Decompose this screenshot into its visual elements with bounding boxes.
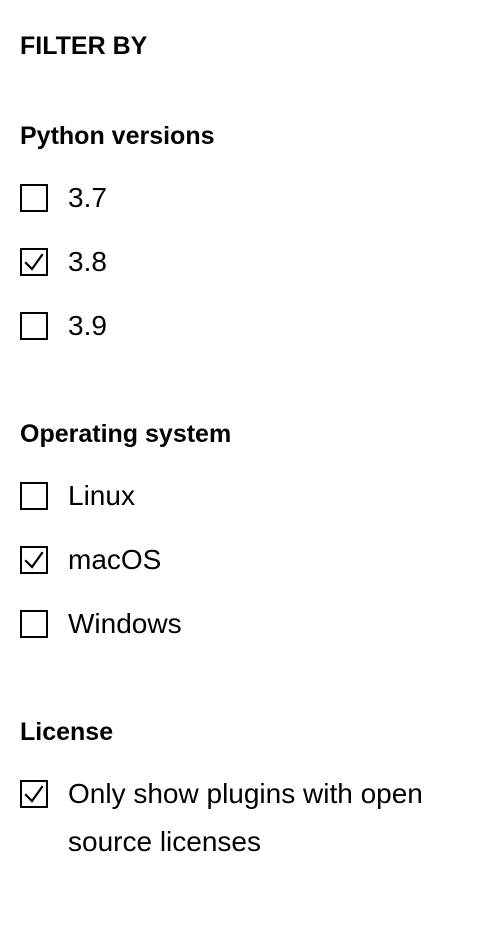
checkbox-label: 3.8 [68,246,107,277]
checkbox-option-windows[interactable]: Windows [20,604,182,648]
checkbox-option-macos[interactable]: macOS [20,540,161,584]
checkbox-label: Windows [68,608,182,639]
checkbox[interactable] [20,248,48,276]
checkbox-label: 3.9 [68,310,107,341]
checkbox-option-python-3-7[interactable]: 3.7 [20,178,107,222]
checkbox-label: 3.7 [68,182,107,213]
checkbox[interactable] [20,184,48,212]
checkbox-option-open-source-licenses[interactable]: Only show plugins with open source licen… [20,774,468,866]
checkbox[interactable] [20,610,48,638]
checkbox[interactable] [20,312,48,340]
checkbox-option-linux[interactable]: Linux [20,476,135,520]
checkbox[interactable] [20,546,48,574]
checkmark-icon [24,785,44,803]
checkmark-icon [24,551,44,569]
checkmark-icon [24,253,44,271]
section-title-python-versions: Python versions [20,122,215,150]
checkbox-option-python-3-8[interactable]: 3.8 [20,242,107,286]
checkbox-label: macOS [68,544,162,575]
checkbox-label: Linux [68,480,135,511]
section-title-license: License [20,718,114,746]
checkbox[interactable] [20,482,48,510]
section-title-operating-system: Operating system [20,420,232,448]
filter-title: FILTER BY [20,32,148,60]
filter-panel: FILTER BY Python versions 3.7 3.8 3.9 Op… [0,0,500,926]
checkbox-option-python-3-9[interactable]: 3.9 [20,306,107,350]
checkbox-label: Only show plugins with open source licen… [68,778,423,857]
checkbox[interactable] [20,780,48,808]
